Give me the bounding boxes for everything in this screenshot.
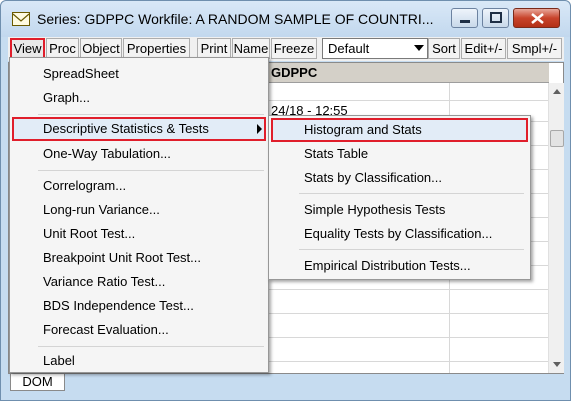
menu-item-variance-ratio-test[interactable]: Variance Ratio Test... bbox=[12, 270, 266, 294]
name-button[interactable]: Name bbox=[232, 38, 270, 59]
menu-separator bbox=[299, 193, 524, 194]
sheet-tab[interactable]: DOM bbox=[10, 374, 65, 391]
view-menu: SpreadSheet Graph... Descriptive Statist… bbox=[9, 57, 269, 373]
freeze-button[interactable]: Freeze bbox=[271, 38, 317, 59]
view-button[interactable]: View bbox=[10, 38, 45, 59]
chevron-down-icon bbox=[414, 45, 424, 51]
menu-separator bbox=[38, 170, 264, 171]
display-type-dropdown[interactable]: Default bbox=[322, 38, 428, 59]
menu-item-label[interactable]: Label bbox=[12, 349, 266, 373]
close-button[interactable] bbox=[513, 8, 560, 28]
scroll-up-icon[interactable] bbox=[549, 83, 565, 99]
maximize-button[interactable] bbox=[482, 8, 509, 28]
menu-item-histogram-and-stats[interactable]: Histogram and Stats bbox=[271, 118, 528, 142]
dropdown-value: Default bbox=[328, 41, 370, 56]
menu-item-stats-table[interactable]: Stats Table bbox=[271, 142, 528, 166]
menu-item-spreadsheet[interactable]: SpreadSheet bbox=[12, 62, 266, 86]
series-icon bbox=[12, 12, 30, 26]
menu-item-one-way-tabulation[interactable]: One-Way Tabulation... bbox=[12, 142, 266, 166]
object-button[interactable]: Object bbox=[80, 38, 122, 59]
scroll-down-icon[interactable] bbox=[549, 357, 565, 373]
menu-item-equality-tests-by-classification[interactable]: Equality Tests by Classification... bbox=[271, 222, 528, 246]
menu-item-unit-root-test[interactable]: Unit Root Test... bbox=[12, 222, 266, 246]
series-name-header: GDPPC bbox=[271, 65, 318, 80]
menu-separator bbox=[38, 346, 264, 347]
sort-button[interactable]: Sort bbox=[428, 38, 460, 59]
menu-item-bds-independence-test[interactable]: BDS Independence Test... bbox=[12, 294, 266, 318]
properties-button[interactable]: Properties bbox=[123, 38, 190, 59]
title-bar[interactable]: Series: GDPPC Workfile: A RANDOM SAMPLE … bbox=[1, 1, 570, 37]
maximize-icon bbox=[490, 12, 502, 23]
status-bar: DOM bbox=[8, 374, 564, 394]
proc-button[interactable]: Proc bbox=[46, 38, 79, 59]
close-icon bbox=[531, 13, 544, 24]
vertical-scrollbar[interactable] bbox=[548, 83, 564, 373]
menu-item-stats-by-classification[interactable]: Stats by Classification... bbox=[271, 166, 528, 190]
menu-item-forecast-evaluation[interactable]: Forecast Evaluation... bbox=[12, 318, 266, 342]
descriptive-statistics-submenu: Histogram and Stats Stats Table Stats by… bbox=[268, 115, 531, 280]
menu-item-breakpoint-unit-root-test[interactable]: Breakpoint Unit Root Test... bbox=[12, 246, 266, 270]
menu-separator bbox=[299, 249, 524, 250]
minimize-icon bbox=[460, 20, 470, 23]
menu-item-long-run-variance[interactable]: Long-run Variance... bbox=[12, 198, 266, 222]
edit-button[interactable]: Edit+/- bbox=[461, 38, 506, 59]
smpl-button[interactable]: Smpl+/- bbox=[507, 38, 562, 59]
window-title: Series: GDPPC Workfile: A RANDOM SAMPLE … bbox=[37, 11, 434, 27]
submenu-arrow-icon bbox=[257, 124, 262, 134]
menu-separator bbox=[38, 114, 264, 115]
menu-item-simple-hypothesis-tests[interactable]: Simple Hypothesis Tests bbox=[271, 198, 528, 222]
print-button[interactable]: Print bbox=[197, 38, 231, 59]
menu-item-empirical-distribution-tests[interactable]: Empirical Distribution Tests... bbox=[271, 254, 528, 278]
menu-item-correlogram[interactable]: Correlogram... bbox=[12, 174, 266, 198]
menu-item-descriptive-statistics[interactable]: Descriptive Statistics & Tests bbox=[12, 117, 266, 141]
menu-item-label: Descriptive Statistics & Tests bbox=[43, 121, 209, 136]
menu-item-graph[interactable]: Graph... bbox=[12, 86, 266, 110]
scrollbar-thumb[interactable] bbox=[550, 130, 564, 147]
minimize-button[interactable] bbox=[451, 8, 478, 28]
